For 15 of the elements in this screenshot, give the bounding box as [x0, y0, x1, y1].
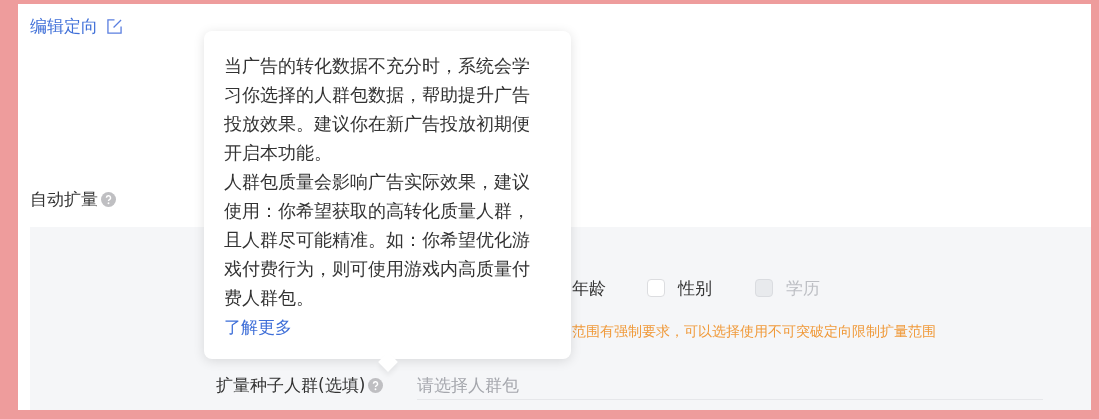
checkbox-label: 学历 [786, 276, 820, 300]
help-icon[interactable] [101, 191, 116, 207]
checkbox-label: 性别 [678, 276, 712, 300]
help-icon[interactable] [368, 378, 384, 393]
checkbox[interactable] [647, 279, 665, 297]
checkbox-label: 年龄 [572, 276, 606, 300]
learn-more-link[interactable]: 了解更多 [224, 317, 292, 337]
field-label: 扩量种子人群(选填) [216, 374, 366, 397]
audience-select-field[interactable]: 请选择人群包 [417, 371, 1044, 400]
tooltip-text: 当广告的转化数据不充分时，系统会学习你选择的人群包数据，帮助提升广告投放效果。建议你在新广告投放初期便开启本功能。 [224, 55, 531, 165]
warning-text: 范围有强制要求，可以选择使用不可突破定向限制扩量范围 [572, 323, 937, 341]
field-label: 自动扩量 [30, 187, 98, 211]
tooltip-text: 人群包质量会影响广告实际效果，建议使用：你希望获取的高转化质量人群，且人群尽可能精准。如：你希望优化游戏付费行为，则可使用游戏内高质量付费人群包。 [224, 171, 531, 310]
edit-icon[interactable] [107, 18, 122, 34]
edit-targeting-link[interactable]: 编辑定向 [30, 14, 98, 38]
